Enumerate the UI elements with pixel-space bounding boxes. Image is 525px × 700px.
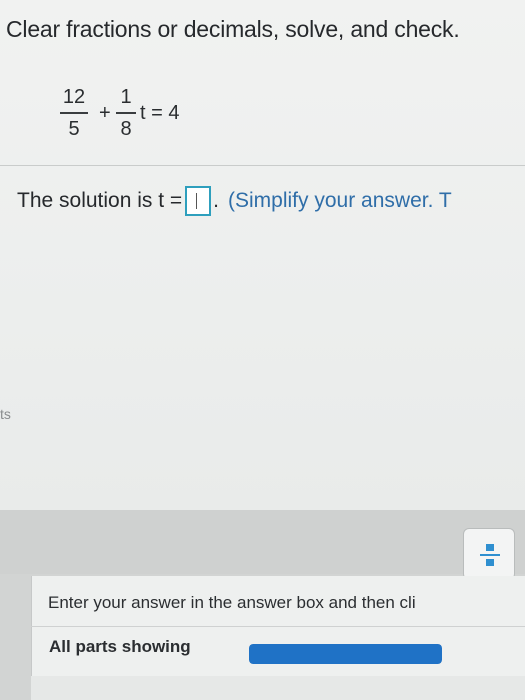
fraction-icon <box>486 544 494 551</box>
section-divider <box>0 165 525 166</box>
equation: 12 5 + 1 8 t = 4 <box>56 82 276 152</box>
fraction-button[interactable] <box>463 528 515 580</box>
simplify-hint: (Simplify your answer. T <box>228 189 452 212</box>
answer-input[interactable] <box>185 186 212 216</box>
numerator: 1 <box>120 86 132 108</box>
equation-rest: t = 4 <box>140 102 180 124</box>
fraction-bar <box>60 112 88 114</box>
solution-prefix: The solution is t = <box>17 189 183 212</box>
plus-operator: + <box>99 102 111 124</box>
solution-row: The solution is t =. (Simplify your answe… <box>17 186 452 216</box>
parts-showing-label: All parts showing <box>49 637 191 656</box>
numerator: 12 <box>62 86 86 108</box>
progress-fill <box>249 644 442 664</box>
parts-progress-bar <box>249 644 442 664</box>
fraction-icon-bar <box>480 554 500 556</box>
status-divider <box>31 626 525 627</box>
instruction-text: Clear fractions or decimals, solve, and … <box>6 16 460 42</box>
math-tool-panel <box>0 510 525 574</box>
fraction-12-over-5: 12 5 <box>60 86 88 140</box>
fraction-1-over-8: 1 8 <box>116 86 136 140</box>
denominator: 5 <box>68 117 80 140</box>
status-message: Enter your answer in the answer box and … <box>48 593 416 612</box>
solution-period: . <box>213 189 220 212</box>
denominator: 8 <box>120 117 132 140</box>
fraction-icon-bottom <box>486 559 494 566</box>
page: Clear fractions or decimals, solve, and … <box>0 0 525 700</box>
status-bottom-area <box>31 676 525 700</box>
answer-workspace <box>0 252 525 510</box>
fraction-bar <box>116 112 136 114</box>
text-caret-icon <box>196 193 198 209</box>
